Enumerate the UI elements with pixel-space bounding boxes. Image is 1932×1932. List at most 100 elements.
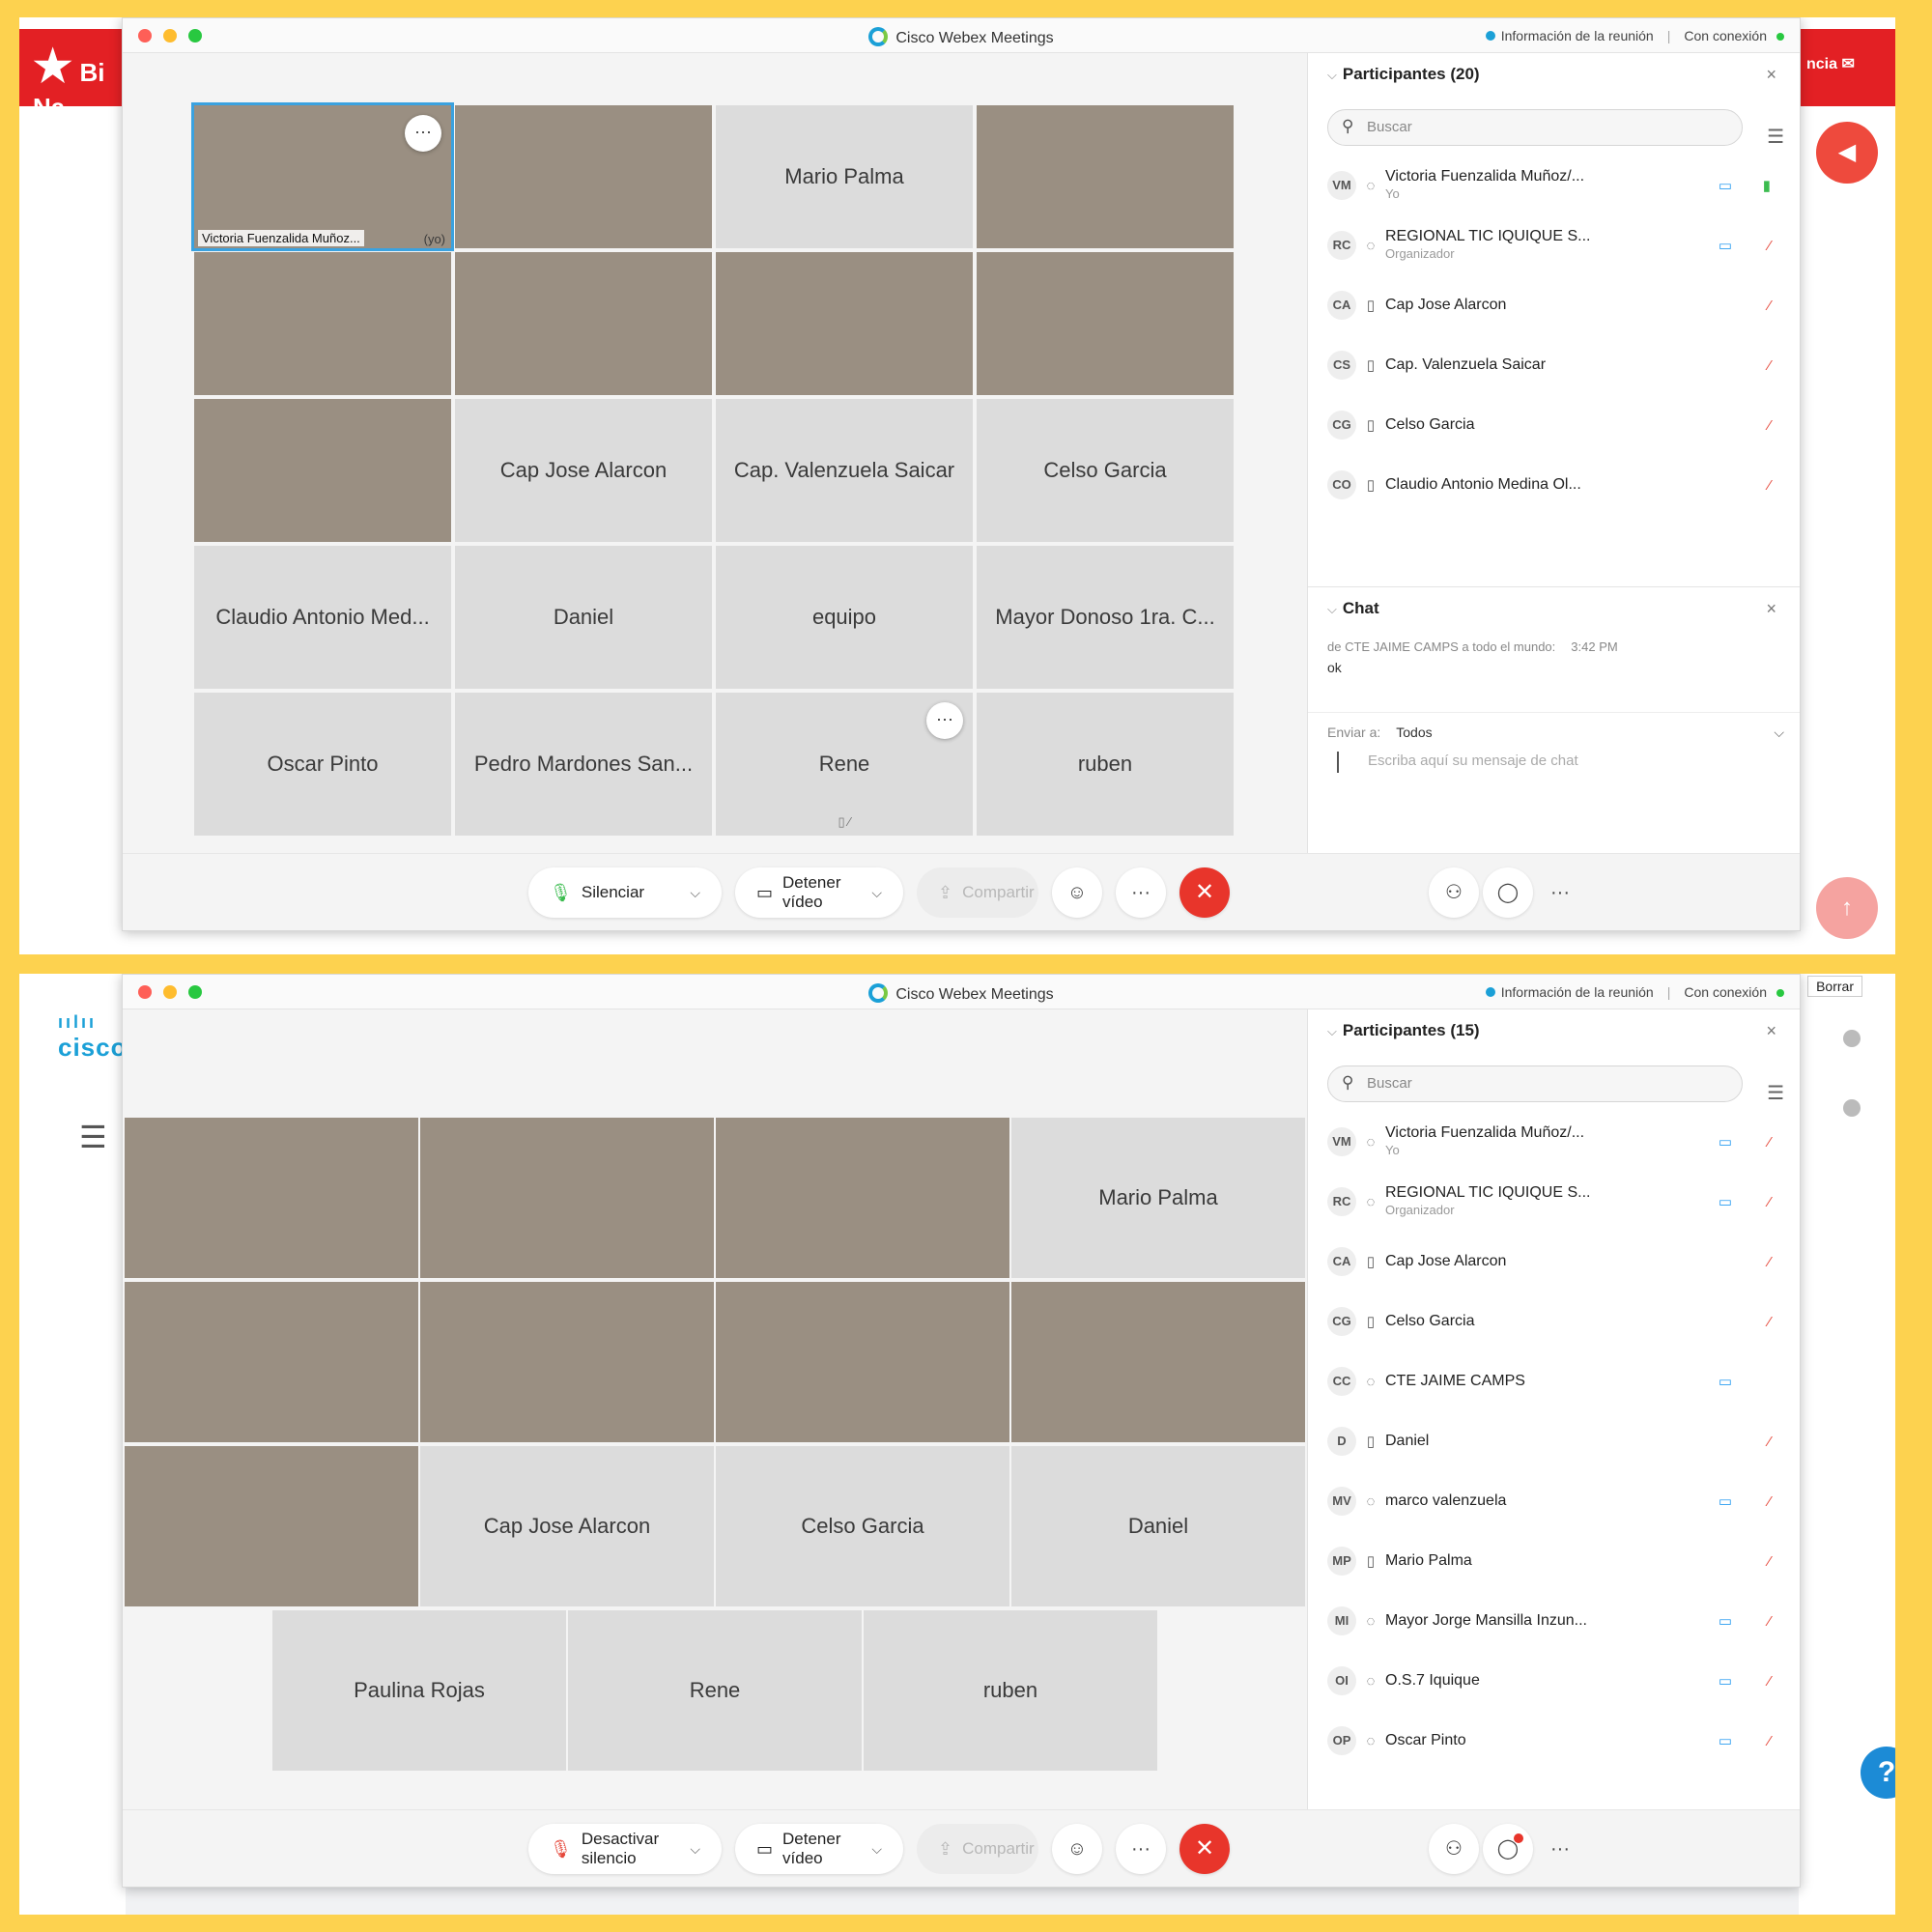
participant-tile[interactable]: Claudio Antonio Med... — [194, 546, 451, 689]
panel-more-button[interactable]: ··· — [1535, 867, 1585, 918]
participant-tile[interactable]: Mario Palma — [1011, 1118, 1305, 1278]
participant-tile[interactable]: Daniel — [455, 546, 712, 689]
tile-more-button[interactable]: ··· — [926, 702, 963, 739]
clear-button[interactable]: Borrar — [1807, 976, 1862, 997]
mic-muted-icon[interactable]: ⁄ — [1768, 1733, 1771, 1749]
video-tile[interactable] — [716, 252, 973, 395]
mic-muted-icon[interactable]: ⁄ — [1768, 1434, 1771, 1450]
mic-muted-icon[interactable]: ⁄ — [1768, 1553, 1771, 1570]
mic-muted-icon[interactable]: ⁄ — [1768, 357, 1771, 374]
participant-tile[interactable]: Cap Jose Alarcon — [455, 399, 712, 542]
background-toggle-icon[interactable] — [1843, 1099, 1861, 1117]
share-button[interactable]: ⇪ Compartir — [917, 1824, 1038, 1874]
mic-muted-icon[interactable]: ⁄ — [1768, 1194, 1771, 1210]
chat-input[interactable]: Escriba aquí su mensaje de chat — [1337, 752, 1800, 773]
meeting-info-link[interactable]: Información de la reunión — [1501, 28, 1654, 43]
sort-icon[interactable]: ☰ — [1767, 125, 1784, 149]
participants-button[interactable]: ⚇ — [1429, 867, 1479, 918]
participant-row[interactable]: OP ◌ Oscar Pinto ▭ ⁄ — [1327, 1711, 1780, 1771]
mic-muted-icon[interactable]: ⁄ — [1768, 477, 1771, 494]
close-icon[interactable]: × — [1766, 1021, 1776, 1041]
mic-muted-icon[interactable]: ⁄ — [1768, 238, 1771, 254]
chevron-down-icon[interactable]: ⌵ — [676, 1841, 700, 1858]
share-button[interactable]: ⇪ Compartir — [917, 867, 1038, 918]
video-tile[interactable] — [125, 1282, 418, 1442]
video-tile[interactable] — [977, 105, 1234, 248]
participant-tile[interactable]: Cap Jose Alarcon — [420, 1446, 714, 1606]
stop-video-button[interactable]: ▭ Detener vídeo ⌵ — [735, 1824, 903, 1874]
video-tile[interactable] — [455, 105, 712, 248]
sort-icon[interactable]: ☰ — [1767, 1081, 1784, 1105]
reactions-button[interactable]: ☺ — [1052, 1824, 1102, 1874]
video-tile[interactable] — [1011, 1282, 1305, 1442]
participant-tile[interactable]: ruben — [977, 693, 1234, 836]
mic-icon[interactable]: ▮ — [1763, 177, 1771, 194]
participant-row[interactable]: RC ◌ REGIONAL TIC IQUIQUE S... Organizador ▭… — [1327, 1172, 1780, 1232]
participant-tile[interactable]: equipo — [716, 546, 973, 689]
participant-tile[interactable]: ruben — [864, 1610, 1157, 1771]
participant-row[interactable]: D ▯ Daniel ⁄ — [1327, 1411, 1780, 1471]
participant-row[interactable]: CA ▯ Cap Jose Alarcon ⁄ — [1327, 275, 1780, 335]
mute-button[interactable]: 🎙︎ Silenciar ⌵ — [528, 867, 722, 918]
video-tile[interactable] — [716, 1282, 1009, 1442]
video-tile[interactable] — [194, 399, 451, 542]
send-to-selector[interactable]: Enviar a: Todos ⌵ — [1308, 712, 1800, 752]
more-options-button[interactable]: ··· — [1116, 867, 1166, 918]
chevron-down-icon[interactable]: ⌵ — [858, 1841, 882, 1858]
participant-row[interactable]: CO ▯ Claudio Antonio Medina Ol... ⁄ — [1327, 455, 1780, 515]
mic-muted-icon[interactable]: ⁄ — [1768, 298, 1771, 314]
participant-row[interactable]: CA ▯ Cap Jose Alarcon ⁄ — [1327, 1232, 1780, 1292]
participants-button[interactable]: ⚇ — [1429, 1824, 1479, 1874]
close-icon[interactable]: × — [1766, 599, 1776, 619]
video-tile[interactable] — [125, 1446, 418, 1606]
chevron-down-icon[interactable]: ⌵ — [676, 885, 700, 901]
participant-row[interactable]: CG ▯ Celso Garcia ⁄ — [1327, 1292, 1780, 1351]
video-tile[interactable] — [194, 252, 451, 395]
unmute-button[interactable]: 🎙︎ Desactivar silencio ⌵ — [528, 1824, 722, 1874]
participant-tile[interactable]: Daniel — [1011, 1446, 1305, 1606]
participant-tile[interactable]: Mario Palma — [716, 105, 973, 248]
close-icon[interactable]: × — [1766, 65, 1776, 85]
participant-row[interactable]: CS ▯ Cap. Valenzuela Saicar ⁄ — [1327, 335, 1780, 395]
mic-muted-icon[interactable]: ⁄ — [1768, 1254, 1771, 1270]
video-tile[interactable] — [420, 1118, 714, 1278]
participant-tile[interactable]: Celso Garcia — [977, 399, 1234, 542]
more-options-button[interactable]: ··· — [1116, 1824, 1166, 1874]
end-call-button[interactable]: ✕ — [1179, 1824, 1230, 1874]
end-call-button[interactable]: ✕ — [1179, 867, 1230, 918]
chevron-down-icon[interactable]: ⌵ — [1327, 1024, 1337, 1038]
mic-muted-icon[interactable]: ⁄ — [1768, 1134, 1771, 1151]
participant-tile[interactable]: Celso Garcia — [716, 1446, 1009, 1606]
mic-muted-icon[interactable]: ⁄ — [1768, 1613, 1771, 1630]
panel-more-button[interactable]: ··· — [1535, 1824, 1585, 1874]
background-scroll-top-button[interactable]: ↑ — [1816, 877, 1878, 939]
background-volume-button[interactable]: ◀ — [1816, 122, 1878, 184]
mic-muted-icon[interactable]: ⁄ — [1768, 1493, 1771, 1510]
video-tile[interactable]: Victoria Fuenzalida Muñoz... (yo) ··· — [191, 102, 454, 251]
video-tile[interactable] — [455, 252, 712, 395]
chevron-down-icon[interactable]: ⌵ — [858, 885, 882, 901]
video-tile[interactable] — [716, 1118, 1009, 1278]
participant-row[interactable]: MP ▯ Mario Palma ⁄ — [1327, 1531, 1780, 1591]
participant-tile[interactable]: Pedro Mardones San... — [455, 693, 712, 836]
chat-button[interactable]: ◯ — [1483, 867, 1533, 918]
participant-tile[interactable]: Rene ··· ▯ ⁄ — [716, 693, 973, 836]
video-tile[interactable] — [125, 1118, 418, 1278]
stop-video-button[interactable]: ▭ Detener vídeo ⌵ — [735, 867, 903, 918]
background-toggle-icon[interactable] — [1843, 1030, 1861, 1047]
meeting-info-link[interactable]: Información de la reunión — [1501, 984, 1654, 1000]
tile-more-button[interactable]: ··· — [405, 115, 441, 152]
mail-icon[interactable]: ✉ — [1841, 56, 1854, 72]
participant-row[interactable]: OI ◌ O.S.7 Iquique ▭ ⁄ — [1327, 1651, 1780, 1711]
participant-row[interactable]: CC ◌ CTE JAIME CAMPS ▭ — [1327, 1351, 1780, 1411]
mic-muted-icon[interactable]: ⁄ — [1768, 1314, 1771, 1330]
participant-search-input[interactable]: ⚲ Buscar — [1327, 109, 1743, 146]
reactions-button[interactable]: ☺ — [1052, 867, 1102, 918]
participant-tile[interactable]: Cap. Valenzuela Saicar — [716, 399, 973, 542]
video-tile[interactable] — [977, 252, 1234, 395]
participant-tile[interactable]: Rene — [568, 1610, 862, 1771]
video-tile[interactable] — [420, 1282, 714, 1442]
participant-row[interactable]: RC ◌ REGIONAL TIC IQUIQUE S... Organizador ▭… — [1327, 215, 1780, 275]
chevron-down-icon[interactable]: ⌵ — [1327, 68, 1337, 82]
participant-row[interactable]: CG ▯ Celso Garcia ⁄ — [1327, 395, 1780, 455]
